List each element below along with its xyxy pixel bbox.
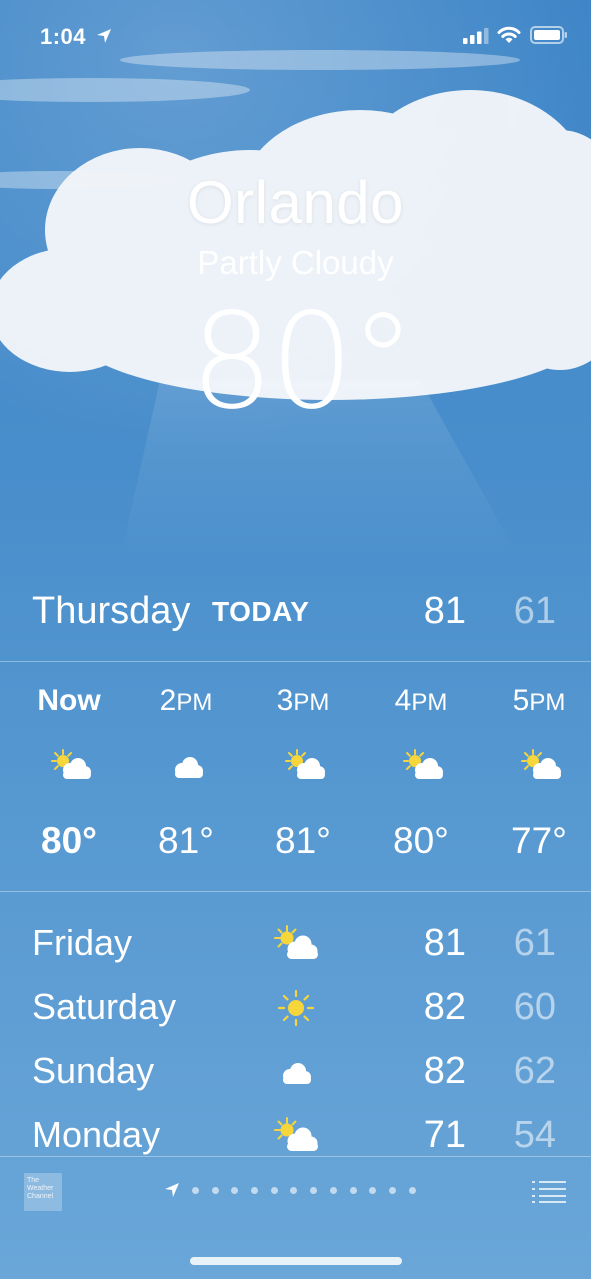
today-day-name: Thursday <box>32 590 191 632</box>
hour-item: Now 80° <box>14 662 124 890</box>
home-indicator[interactable] <box>190 1257 402 1265</box>
page-dot <box>388 1186 396 1194</box>
page-dot <box>192 1186 199 1194</box>
day-low-temp: 60 <box>513 986 556 1028</box>
hourly-forecast[interactable]: Now 80° 2PM 81° 3PM 81° 4PM 80° 5PM 77° <box>0 662 591 890</box>
hour-label: 2PM <box>159 684 213 717</box>
day-row: Monday 71 54 <box>0 1104 591 1156</box>
today-high-temp: 81 <box>423 590 466 632</box>
hour-label: 3PM <box>276 684 330 717</box>
hour-item: 3PM 81° <box>248 662 358 890</box>
hour-temp: 77° <box>511 820 567 861</box>
page-dot <box>408 1186 416 1194</box>
page-dot <box>329 1186 337 1194</box>
day-low-temp: 61 <box>513 922 556 964</box>
partly-cloudy-icon <box>285 749 325 779</box>
page-dot <box>349 1186 357 1194</box>
status-bar: 1:04 <box>0 0 591 70</box>
hour-item: 2PM 81° <box>131 662 241 890</box>
day-low-temp: 62 <box>513 1050 556 1092</box>
page-dot <box>290 1186 298 1194</box>
page-dot <box>270 1186 278 1194</box>
page-dot <box>251 1186 259 1194</box>
hour-label: 4PM <box>394 684 448 717</box>
day-row: Sunday 82 62 <box>0 1040 591 1104</box>
page-dot <box>310 1186 318 1194</box>
day-high-temp: 71 <box>423 1114 466 1156</box>
hour-label: Now <box>37 684 101 717</box>
cloud-icon <box>283 1063 311 1084</box>
page-dot <box>231 1186 239 1194</box>
location-arrow-icon <box>97 29 111 43</box>
partly-cloudy-icon <box>403 749 443 779</box>
today-tag: TODAY <box>212 596 310 627</box>
hour-item: 5PM 77° <box>484 662 591 890</box>
current-location-arrow-icon <box>165 1183 179 1197</box>
city-name: Orlando <box>187 169 404 236</box>
weather-channel-logo[interactable]: The Weather Channel <box>24 1173 62 1211</box>
hour-temp: 81° <box>158 820 214 861</box>
hour-item: 4PM 80° <box>366 662 476 890</box>
day-row: Saturday 82 60 <box>0 976 591 1040</box>
cellular-signal-icon <box>463 28 489 44</box>
partly-cloudy-icon <box>274 925 318 959</box>
daily-forecast[interactable]: Friday 81 61 Saturday 82 60 Sunday 82 62… <box>0 912 591 1156</box>
divider-middle <box>0 891 591 892</box>
hour-label: 5PM <box>512 684 566 717</box>
status-time: 1:04 <box>40 24 87 49</box>
day-high-temp: 81 <box>423 922 466 964</box>
current-temperature: 80° <box>190 285 416 439</box>
day-low-temp: 54 <box>513 1114 556 1156</box>
partly-cloudy-icon <box>274 1117 318 1151</box>
partly-cloudy-icon <box>51 749 91 779</box>
partly-cloudy-icon <box>521 749 561 779</box>
current-condition: Partly Cloudy <box>197 244 394 281</box>
list-icon[interactable] <box>532 1181 566 1203</box>
sun-icon <box>277 989 315 1027</box>
day-high-temp: 82 <box>423 1050 466 1092</box>
wifi-icon <box>497 26 521 43</box>
day-row: Friday 81 61 <box>0 912 591 976</box>
day-name: Monday <box>32 1114 161 1155</box>
today-low-temp: 61 <box>513 590 556 632</box>
day-name: Friday <box>32 922 133 963</box>
day-name: Saturday <box>32 986 177 1027</box>
battery-icon <box>530 26 567 44</box>
hour-temp: 81° <box>275 820 331 861</box>
bottom-toolbar: The Weather Channel <box>0 1157 591 1279</box>
cloud-icon <box>175 757 203 778</box>
page-dot <box>369 1186 377 1194</box>
hour-temp: 80° <box>41 820 97 861</box>
today-summary-row: Thursday TODAY 81 61 <box>0 590 591 640</box>
hour-temp: 80° <box>393 820 449 861</box>
day-high-temp: 82 <box>423 986 466 1028</box>
day-name: Sunday <box>32 1050 155 1091</box>
page-dot <box>211 1186 219 1194</box>
page-indicator[interactable] <box>164 1181 428 1199</box>
